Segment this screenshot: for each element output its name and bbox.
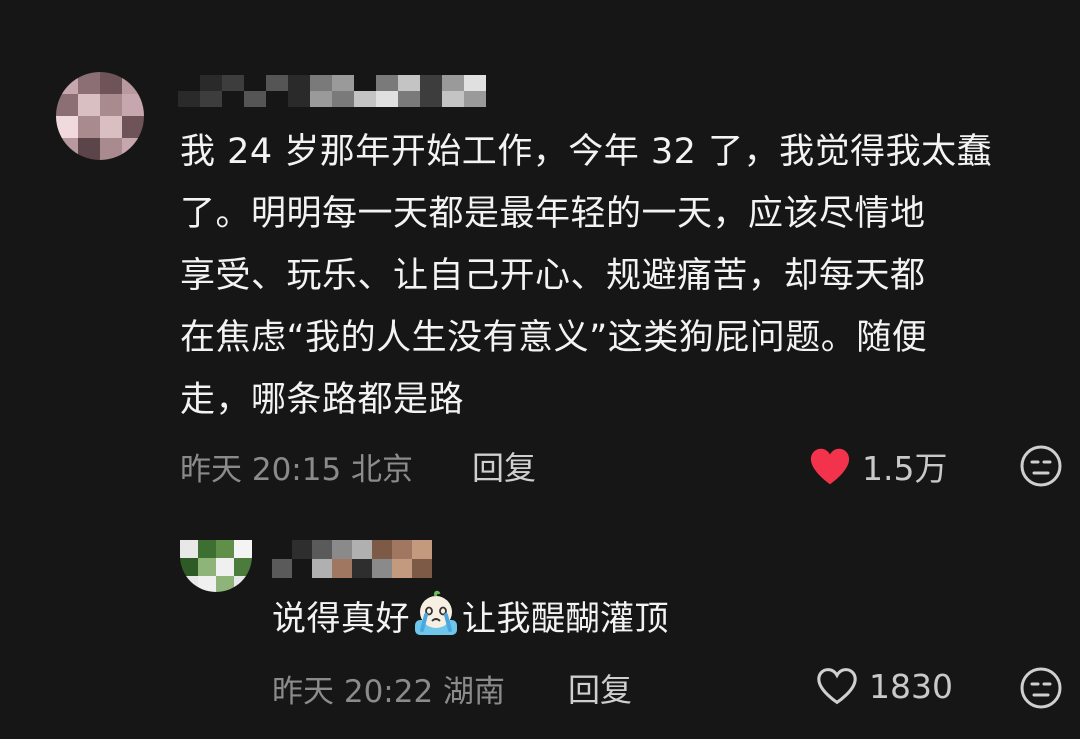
comment-line: 在焦虑“我的人生没有意义”这类狗屁问题。随便 [180, 318, 928, 358]
like-count: 1.5万 [862, 449, 948, 488]
comment-line: 我 24 岁那年开始工作，今年 32 了，我觉得我太蠢 [180, 132, 993, 172]
avatar[interactable] [56, 72, 144, 160]
emoji-face-icon[interactable] [1019, 666, 1063, 710]
reply-text: 说得真好 让我醍醐灌顶 [272, 588, 669, 650]
comment-line: 了。明明每一天都是最年轻的一天，应该尽情地 [180, 194, 926, 234]
comment-line: 走，哪条路都是路 [180, 380, 465, 420]
reply-reply-button[interactable]: 回复 [568, 665, 632, 711]
reply-avatar[interactable] [180, 540, 252, 592]
comment-timestamp-location: 昨天 20:15 北京 [180, 452, 414, 488]
reply-button[interactable]: 回复 [472, 443, 536, 489]
reply-text-after: 让我醍醐灌顶 [462, 599, 669, 639]
comment-line: 享受、玩乐、让自己开心、规避痛苦，却每天都 [180, 256, 926, 296]
like-button[interactable]: 1.5万 [808, 442, 947, 490]
reply-text-before: 说得真好 [272, 599, 410, 639]
comment-text: 我 24 岁那年开始工作，今年 32 了，我觉得我太蠢 了。明明每一天都是最年轻… [180, 121, 1060, 431]
emoji-face-icon[interactable] [1019, 444, 1063, 488]
reply-like-button[interactable]: 1830 [815, 666, 953, 706]
reply-timestamp-location: 昨天 20:22 湖南 [272, 674, 506, 710]
reply-username[interactable] [272, 540, 452, 578]
heart-outline-icon [817, 668, 857, 705]
crying-emoji-icon [415, 590, 457, 635]
username[interactable] [178, 75, 508, 107]
reply-like-count: 1830 [869, 666, 953, 706]
heart-filled-icon [810, 448, 850, 485]
